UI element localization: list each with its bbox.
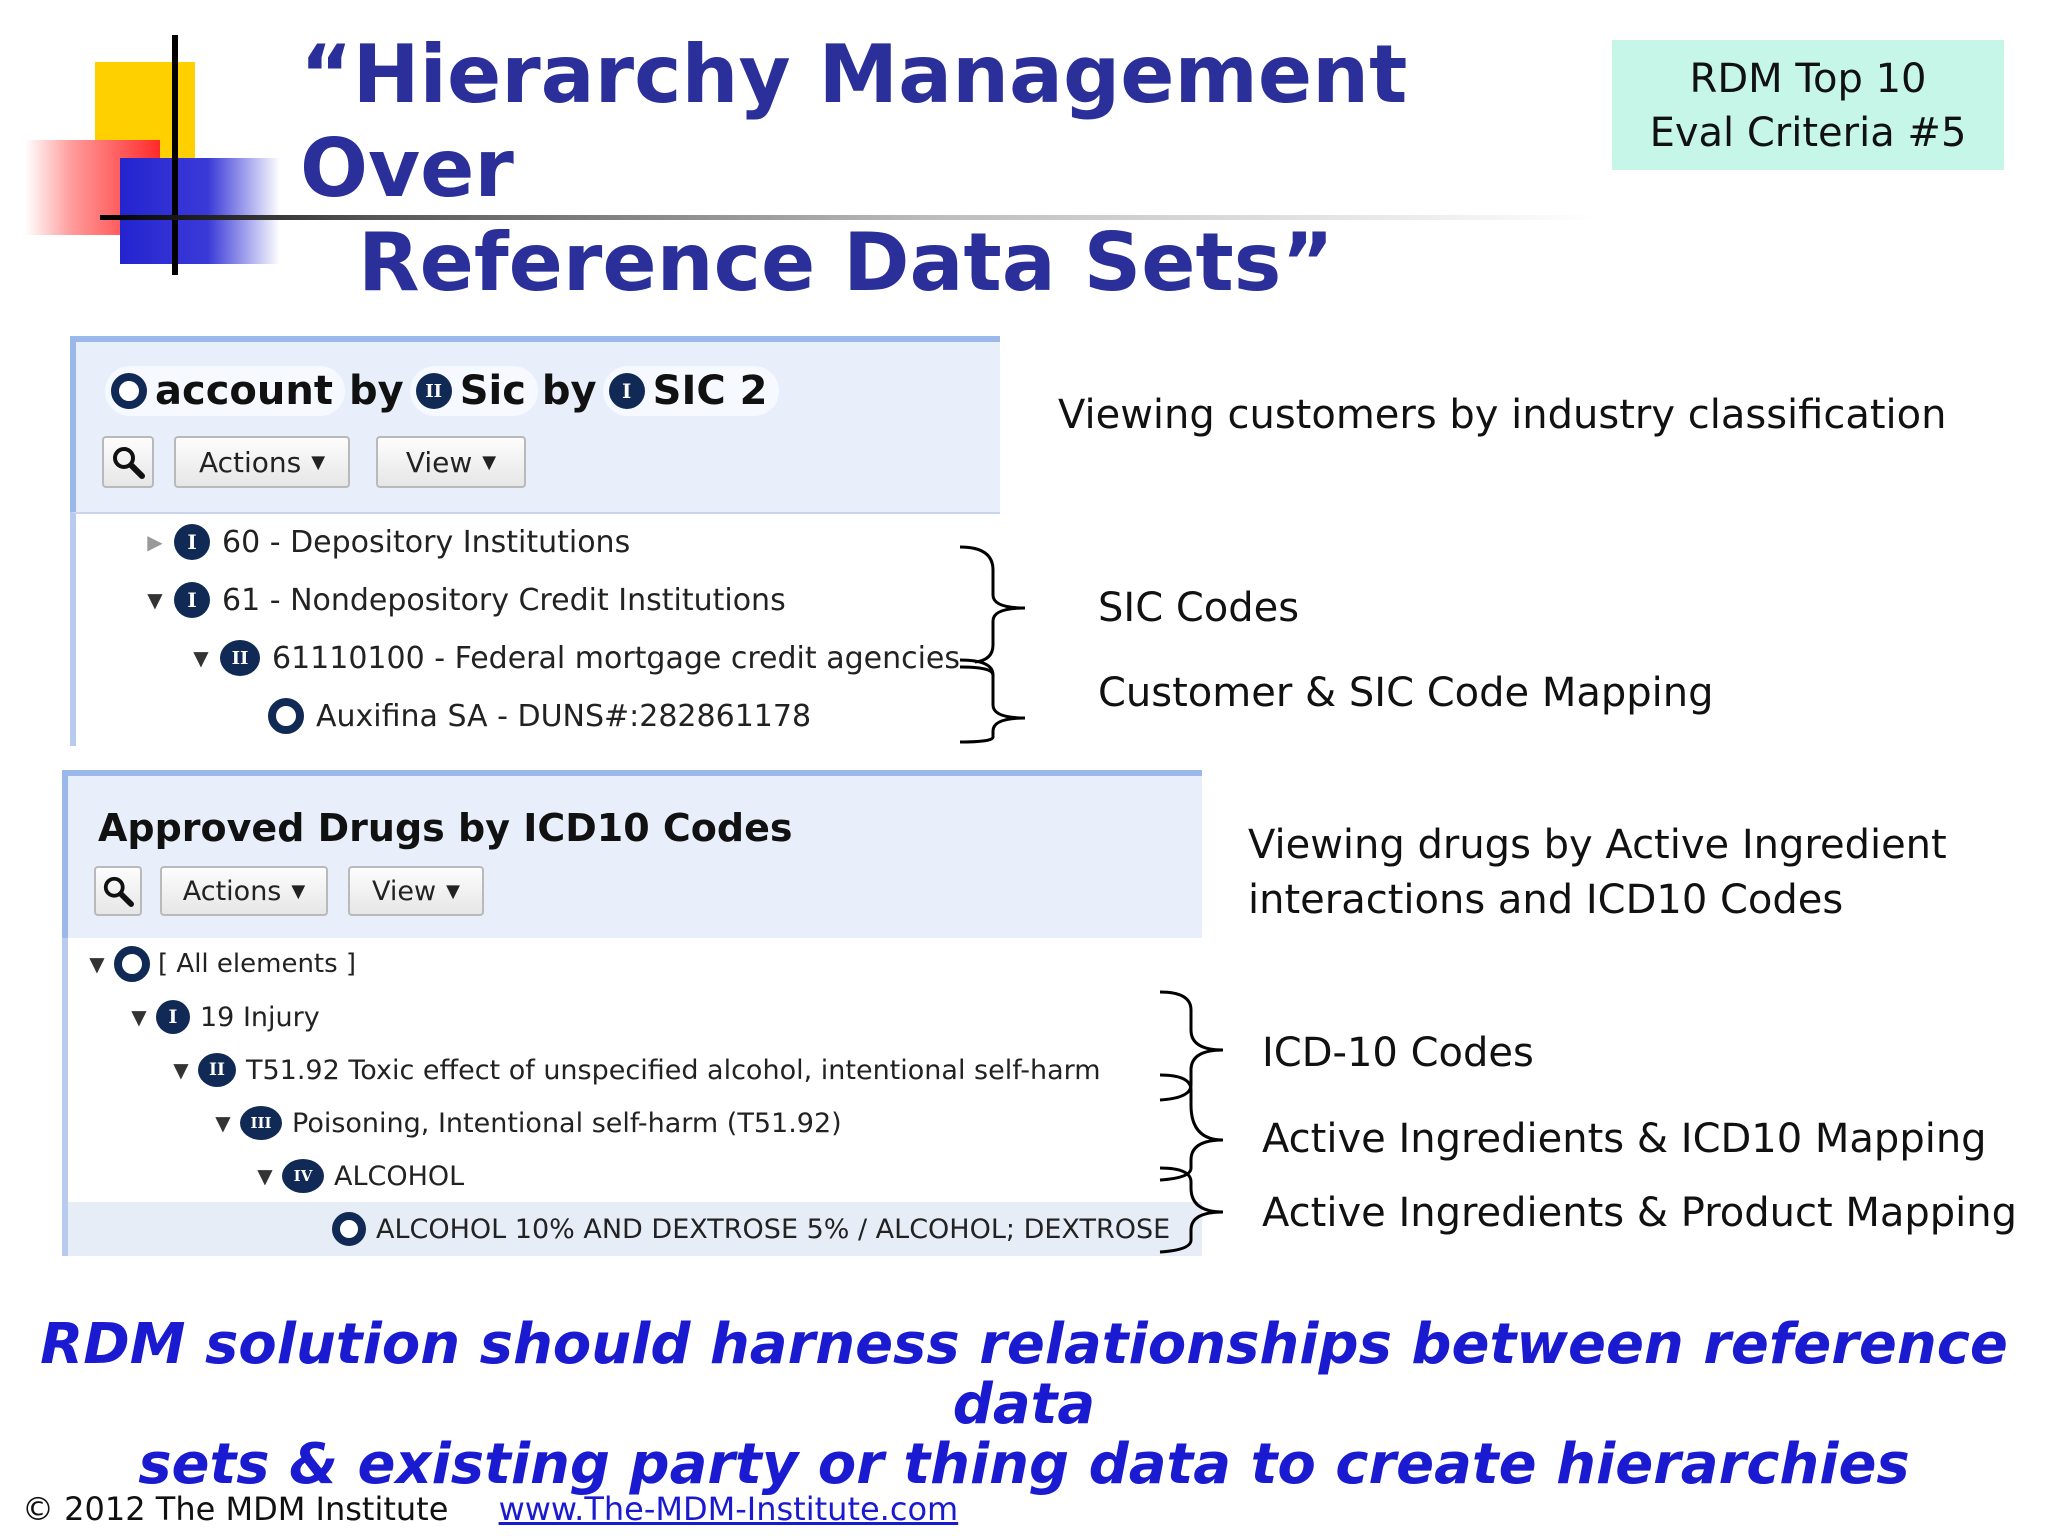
- view-dropdown-label: View: [372, 875, 437, 907]
- footer-website-link[interactable]: www.The-MDM-Institute.com: [499, 1490, 959, 1528]
- bracket-label: SIC Codes: [1098, 585, 1300, 631]
- chevron-down-icon: ▼: [291, 880, 306, 902]
- bracket-label: Customer & SIC Code Mapping: [1098, 670, 1714, 716]
- criteria-badge-line1: RDM Top 10: [1689, 56, 1927, 102]
- search-icon: [113, 447, 145, 479]
- tree-row-label: 61 - Nondepository Credit Institutions: [222, 582, 786, 618]
- view-dropdown-label: View: [405, 445, 473, 479]
- tree-row[interactable]: ALCOHOL 10% AND DEXTROSE 5% / ALCOHOL; D…: [332, 1205, 1170, 1253]
- sic-panel-title: account by II Sic by I SIC 2: [105, 366, 783, 416]
- criteria-badge: RDM Top 10 Eval Criteria #5: [1612, 40, 2004, 170]
- slide-title-line1: “Hierarchy Management Over: [300, 28, 1408, 215]
- drugs-hierarchy-panel: Approved Drugs by ICD10 Codes Actions ▼ V…: [62, 770, 1202, 1256]
- sic-panel-note: Viewing customers by industry classifica…: [1058, 392, 1947, 438]
- hierarchy-by-label: by: [541, 368, 597, 414]
- level-i-icon: I: [608, 373, 645, 409]
- slide-title-line2: Reference Data Sets”: [358, 216, 1334, 309]
- footer: © 2012 The MDM Institute www.The-MDM-Ins…: [22, 1490, 958, 1528]
- criteria-badge-line2: Eval Criteria #5: [1649, 110, 1967, 156]
- level-ii-icon: II: [415, 373, 452, 409]
- hierarchy-level-account-label: account: [155, 368, 333, 414]
- actions-dropdown[interactable]: Actions ▼: [160, 866, 328, 916]
- account-entity-icon: [111, 373, 147, 409]
- level-i-icon: I: [174, 582, 210, 618]
- drugs-panel-note: Viewing drugs by Active Ingredient inter…: [1248, 818, 1947, 928]
- tree-row[interactable]: ▼ [ All elements ]: [84, 940, 356, 988]
- level-ii-icon: II: [198, 1053, 236, 1087]
- chevron-down-icon: ▼: [311, 451, 326, 473]
- collapse-arrow-icon[interactable]: ▼: [252, 1164, 278, 1188]
- tagline-line1: RDM solution should harness relationship…: [40, 1312, 2008, 1437]
- hierarchy-level-account[interactable]: account: [105, 366, 345, 416]
- tree-row-label: ALCOHOL: [334, 1160, 465, 1192]
- search-button[interactable]: [102, 436, 154, 488]
- tree-row-label: 60 - Depository Institutions: [222, 524, 631, 560]
- tree-row-label: Auxifina SA - DUNS#:282861178: [316, 698, 812, 734]
- tree-row-label: T51.92 Toxic effect of unspecified alcoh…: [246, 1054, 1101, 1086]
- expand-arrow-icon[interactable]: ▶: [142, 530, 168, 554]
- tree-row[interactable]: Auxifina SA - DUNS#:282861178: [268, 692, 811, 740]
- hierarchy-level-sic2-label: SIC 2: [652, 368, 768, 414]
- tree-row[interactable]: ▼ IV ALCOHOL: [252, 1152, 464, 1200]
- tree-row[interactable]: ▼ II T51.92 Toxic effect of unspecified …: [168, 1046, 1101, 1094]
- slide-title: “Hierarchy Management Over Reference Dat…: [300, 28, 1550, 310]
- drugs-panel-note-line1: Viewing drugs by Active Ingredient: [1248, 822, 1947, 868]
- sic-brackets: [959, 545, 1026, 744]
- search-button[interactable]: [94, 866, 142, 916]
- level-ii-icon: II: [220, 640, 260, 676]
- search-icon: [103, 876, 134, 907]
- footer-copyright: © 2012 The MDM Institute: [22, 1490, 449, 1528]
- drugs-panel-title: Approved Drugs by ICD10 Codes: [98, 806, 793, 850]
- tree-row-label: 19 Injury: [200, 1001, 320, 1033]
- tree-row-label: Poisoning, Intentional self-harm (T51.92…: [292, 1107, 842, 1139]
- chevron-down-icon: ▼: [446, 880, 460, 902]
- view-dropdown[interactable]: View ▼: [376, 436, 526, 488]
- level-iii-icon: III: [240, 1106, 282, 1140]
- actions-dropdown-label: Actions: [182, 875, 282, 907]
- drugs-panel-note-line2: interactions and ICD10 Codes: [1248, 877, 1844, 923]
- hierarchy-by-label: by: [348, 368, 404, 414]
- collapse-arrow-icon[interactable]: ▼: [84, 952, 110, 976]
- level-i-icon: I: [156, 1000, 190, 1034]
- tree-row-label: 61110100 - Federal mortgage credit agenc…: [272, 640, 961, 676]
- level-i-icon: I: [174, 524, 210, 560]
- collapse-arrow-icon[interactable]: ▼: [142, 588, 168, 612]
- tree-row[interactable]: ▼ II 61110100 - Federal mortgage credit …: [188, 634, 960, 682]
- hierarchy-level-sic2[interactable]: I SIC 2: [602, 366, 780, 416]
- view-dropdown[interactable]: View ▼: [348, 866, 484, 916]
- tree-row[interactable]: ▼ I 61 - Nondepository Credit Institutio…: [142, 576, 786, 624]
- level-iv-icon: IV: [282, 1159, 324, 1193]
- tree-row-label: [ All elements ]: [158, 949, 357, 979]
- sic-hierarchy-panel: account by II Sic by I SIC 2 Actions ▼ Vi…: [70, 336, 1000, 746]
- collapse-arrow-icon[interactable]: ▼: [168, 1058, 194, 1082]
- hierarchy-level-sic[interactable]: II Sic: [409, 366, 538, 416]
- collapse-arrow-icon[interactable]: ▼: [210, 1111, 236, 1135]
- hierarchy-level-sic-label: Sic: [459, 368, 526, 414]
- tree-row[interactable]: ▶ I 60 - Depository Institutions: [142, 518, 630, 566]
- tagline-line2: sets & existing party or thing data to c…: [138, 1432, 1910, 1497]
- logo-vertical-line: [172, 35, 178, 275]
- logo-blue-square: [120, 158, 280, 264]
- tree-row[interactable]: ▼ I 19 Injury: [126, 993, 320, 1041]
- icd-brackets: [1159, 990, 1224, 1254]
- actions-dropdown-label: Actions: [198, 445, 302, 479]
- bracket-label: Active Ingredients & ICD10 Mapping: [1262, 1116, 1987, 1162]
- customer-entity-icon: [268, 698, 304, 734]
- root-node-icon: [114, 946, 150, 982]
- bracket-label: ICD-10 Codes: [1262, 1030, 1534, 1076]
- tree-row[interactable]: ▼ III Poisoning, Intentional self-harm (…: [210, 1099, 842, 1147]
- product-entity-icon: [332, 1212, 366, 1246]
- actions-dropdown[interactable]: Actions ▼: [174, 436, 350, 488]
- collapse-arrow-icon[interactable]: ▼: [126, 1005, 152, 1029]
- tagline: RDM solution should harness relationship…: [0, 1315, 2048, 1495]
- tree-row-label: ALCOHOL 10% AND DEXTROSE 5% / ALCOHOL; D…: [376, 1213, 1171, 1245]
- bracket-label: Active Ingredients & Product Mapping: [1262, 1190, 2018, 1236]
- collapse-arrow-icon[interactable]: ▼: [188, 646, 214, 670]
- chevron-down-icon: ▼: [482, 451, 497, 473]
